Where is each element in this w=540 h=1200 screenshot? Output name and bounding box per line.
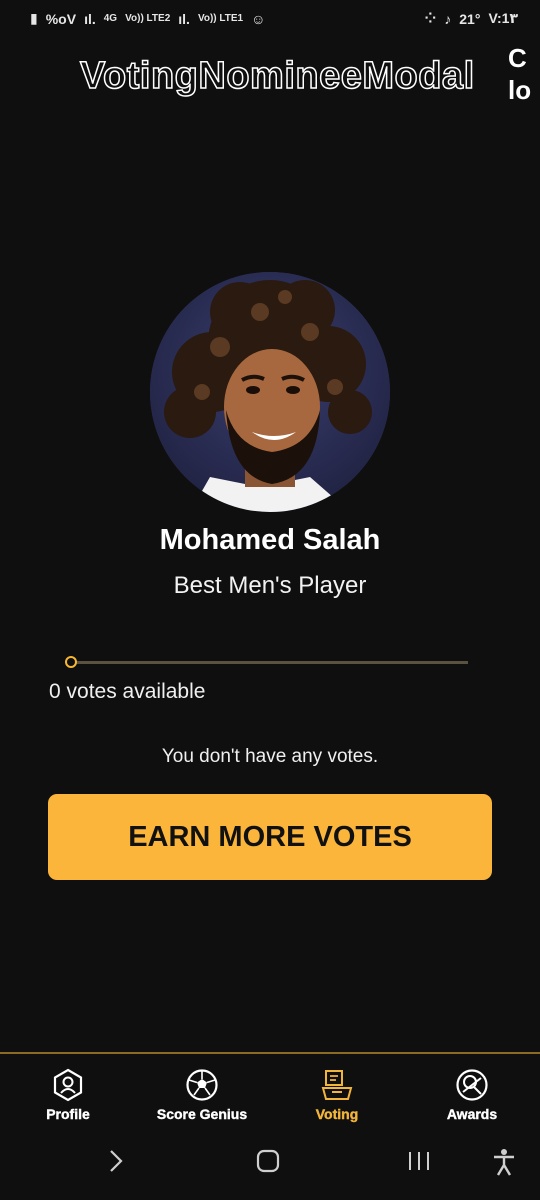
signal-icon: ıl.	[178, 10, 190, 27]
nav-label-profile: Profile	[46, 1106, 90, 1122]
status-left: ▮ %oV ıl. 4G Vo)) LTE2 ıl. Vo)) LTE1 ☺	[30, 10, 265, 27]
vote-slider-handle[interactable]	[65, 656, 77, 668]
nominee-avatar	[150, 272, 390, 512]
status-bar: ▮ %oV ıl. 4G Vo)) LTE2 ıl. Vo)) LTE1 ☺ ⁘…	[0, 0, 540, 38]
back-chevron-icon[interactable]	[107, 1148, 125, 1179]
status-right: ⁘ ♪ 21° V:1٣	[425, 10, 518, 27]
earn-more-votes-button[interactable]: EARN MORE VOTES	[48, 794, 492, 880]
battery-percent: %oV	[45, 10, 77, 27]
recent-apps-icon[interactable]	[406, 1148, 432, 1179]
vote-slider-track[interactable]	[70, 661, 468, 664]
nav-label-awards: Awards	[446, 1106, 498, 1122]
close-button[interactable]: C lo	[508, 42, 540, 106]
signal-icon: ıl.	[84, 10, 96, 27]
temperature: 21°	[459, 10, 481, 27]
apps-icon: ⁘	[424, 10, 437, 26]
lte1-label: Vo)) LTE1	[197, 13, 244, 24]
tiktok-icon: ♪	[444, 10, 452, 27]
network-4g: 4G	[103, 13, 118, 24]
bottom-nav: Profile Score Genius Voting Awards	[0, 1052, 540, 1128]
nav-item-voting[interactable]: Voting	[277, 1068, 397, 1122]
votes-available: 0 votes available	[49, 680, 206, 703]
nav-item-profile[interactable]: Profile	[8, 1068, 128, 1122]
nominee-name: Mohamed Salah	[159, 524, 381, 556]
battery-icon: ▮	[30, 10, 38, 26]
nav-label-score-genius: Score Genius	[156, 1106, 248, 1122]
clock: V:1٣	[488, 10, 518, 26]
ballot-box-icon	[321, 1070, 353, 1100]
nav-item-awards[interactable]: Awards	[412, 1068, 532, 1122]
system-nav-bar	[0, 1130, 540, 1200]
accessibility-icon[interactable]	[491, 1148, 517, 1181]
home-button-icon[interactable]	[256, 1148, 280, 1179]
page-title: VotingNomineeModal	[79, 54, 475, 98]
profile-icon	[53, 1068, 83, 1102]
no-votes-message: You don't have any votes.	[161, 746, 379, 767]
lte2-label: Vo)) LTE2	[125, 13, 171, 24]
nav-label-voting: Voting	[315, 1106, 359, 1122]
notification-icon: ☺	[251, 10, 266, 27]
award-icon	[456, 1069, 488, 1101]
soccer-ball-icon	[186, 1069, 218, 1101]
nav-item-score-genius[interactable]: Score Genius	[142, 1068, 262, 1122]
award-category: Best Men's Player	[173, 572, 367, 599]
